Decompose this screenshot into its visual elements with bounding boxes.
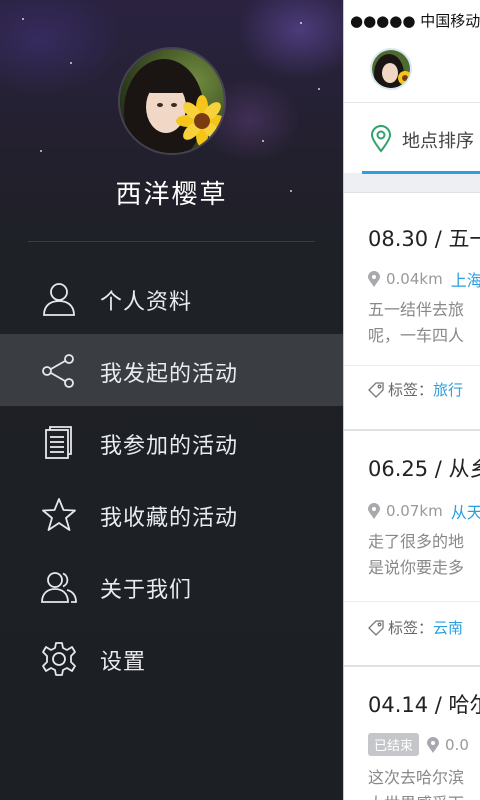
menu-item-my-created-activities[interactable]: 我发起的活动 [0,334,343,406]
people-icon [40,568,78,606]
tag-prefix: 标签： [388,381,434,399]
drawer-menu: 个人资料 我发起的活动 我参加的活动 我收藏的活动 关于我们 设置 [0,262,343,694]
activity-description-line: 呢，一车四人 [368,326,465,345]
tag-icon [368,619,384,636]
activity-title: 08.30 / 五一 [368,227,480,251]
menu-item-label: 我发起的活动 [100,362,239,387]
activity-description-line: 这次去哈尔滨 [368,768,465,787]
star-icon [40,496,78,534]
header-divider [28,241,315,242]
location-pin-icon [427,736,440,753]
activity-distance: 0.04km [386,270,443,288]
menu-item-label: 我收藏的活动 [100,506,239,531]
activity-description-line: 走了很多的地 [368,532,465,551]
activity-tag-row: 标签： 云南 [368,617,463,638]
header-avatar-button[interactable] [370,48,412,90]
menu-item-about-us[interactable]: 关于我们 [0,550,343,622]
activity-location-row: 已结束 0.0 [368,733,477,756]
activity-title: 06.25 / 从乡 [368,457,480,481]
menu-item-label: 我参加的活动 [100,434,239,459]
location-pin-icon [370,125,392,153]
card-divider [344,601,480,602]
tag-prefix: 标签： [388,619,434,637]
activity-card[interactable]: 06.25 / 从乡 0.07km 从天 走了很多的地 是说你要走多 标签： 云… [344,430,480,666]
menu-item-settings[interactable]: 设置 [0,622,343,694]
card-divider [344,365,480,366]
tag-icon [368,381,384,398]
main-content-panel[interactable]: ●●●●● 中国移动 地点排序 08.30 / 五一 0.04km 上海 五一结… [343,0,480,800]
sort-by-location-tab[interactable]: 地点排序 [402,127,474,153]
activity-title: 04.14 / 哈尔 [368,693,480,717]
activity-card[interactable]: 08.30 / 五一 0.04km 上海 五一结伴去旅 呢，一车四人 标签： 旅… [344,192,480,430]
location-pin-icon [368,271,380,287]
menu-item-label: 设置 [100,650,147,675]
navigation-drawer: 西洋樱草 个人资料 我发起的活动 我参加的活动 我收藏的活动 关于我们 设置 [0,0,343,800]
user-avatar[interactable] [118,47,226,155]
person-icon [40,280,78,318]
activity-distance: 0.07km [386,502,443,520]
document-icon [40,424,78,462]
activity-card[interactable]: 04.14 / 哈尔 已结束 0.0 这次去哈尔滨 大世界感受下 [344,666,480,800]
activity-description-line: 大世界感受下 [368,791,464,800]
share-icon [40,352,78,390]
app-header [344,40,480,102]
menu-item-my-joined-activities[interactable]: 我参加的活动 [0,406,343,478]
activity-tag-row: 标签： 旅行 [368,379,463,400]
carrier-text: ●●●●● 中国移动 [350,12,480,30]
activity-description-line: 是说你要走多 [368,558,465,577]
tag-value[interactable]: 云南 [433,617,463,638]
menu-item-profile[interactable]: 个人资料 [0,262,343,334]
menu-item-my-favorite-activities[interactable]: 我收藏的活动 [0,478,343,550]
activity-description-line: 五一结伴去旅 [368,300,465,319]
tag-value[interactable]: 旅行 [433,379,463,400]
activity-location-row: 0.04km 上海 [368,267,480,291]
status-bar: ●●●●● 中国移动 [344,0,480,40]
activity-location-row: 0.07km 从天 [368,499,480,523]
menu-item-label: 个人资料 [100,290,193,315]
user-name: 西洋樱草 [115,180,228,210]
gear-icon [40,640,78,678]
menu-item-label: 关于我们 [100,578,193,603]
activity-distance: 0.0 [445,735,469,754]
activity-place[interactable]: 上海 [451,267,480,291]
sort-tab-bar: 地点排序 [344,103,480,173]
activity-place[interactable]: 从天 [451,499,480,523]
active-tab-indicator [362,171,480,174]
location-pin-icon [368,503,380,519]
status-badge: 已结束 [368,733,420,756]
